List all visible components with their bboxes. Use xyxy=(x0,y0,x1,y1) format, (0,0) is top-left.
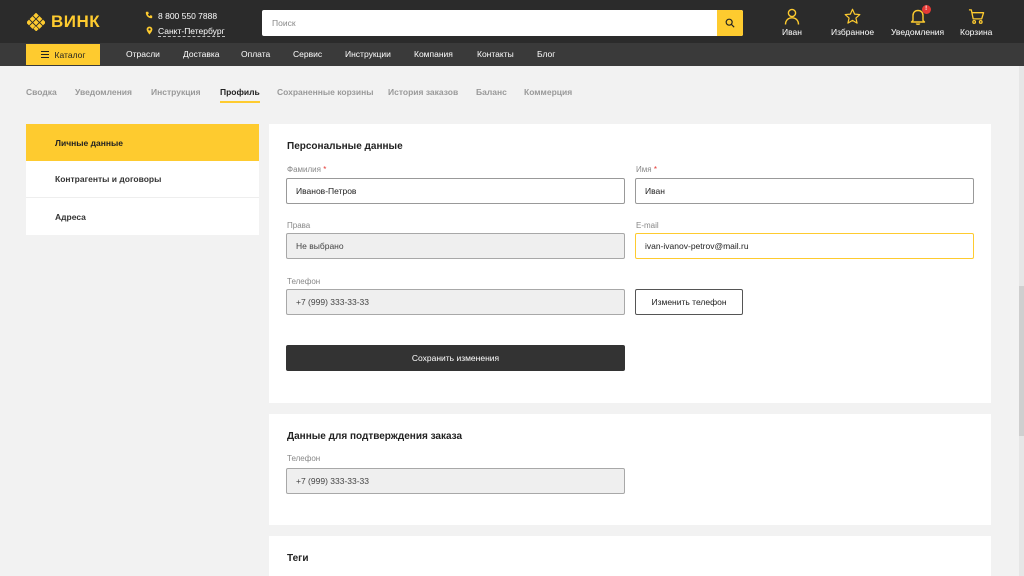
notifications-button[interactable]: ! Уведомления xyxy=(891,5,945,37)
phone-field: +7 (999) 333-33-33 xyxy=(286,289,625,315)
cart-label: Корзина xyxy=(960,27,993,37)
page-scrollbar[interactable] xyxy=(1019,66,1024,576)
nav-item-company[interactable]: Компания xyxy=(414,43,453,66)
phone-label: Телефон xyxy=(287,277,321,286)
menu-icon xyxy=(40,51,49,58)
surname-field[interactable]: Иванов-Петров xyxy=(286,178,625,204)
account-label: Иван xyxy=(782,27,802,37)
contact-info: 8 800 550 7888 Санкт-Петербург xyxy=(144,9,225,38)
tab-order-history[interactable]: История заказов xyxy=(388,87,458,103)
notification-badge: ! xyxy=(921,5,931,14)
location-pin-icon xyxy=(144,26,154,37)
required-mark: * xyxy=(653,165,657,174)
phone-number[interactable]: 8 800 550 7888 xyxy=(158,11,217,21)
email-label: E-mail xyxy=(636,221,659,230)
tab-notifications[interactable]: Уведомления xyxy=(75,87,132,103)
tab-commerce[interactable]: Коммерция xyxy=(524,87,572,103)
search-button[interactable] xyxy=(717,10,743,36)
tab-instruction[interactable]: Инструкция xyxy=(151,87,201,103)
phone-icon xyxy=(144,11,154,21)
name-field[interactable]: Иван xyxy=(635,178,974,204)
search-input[interactable] xyxy=(262,10,717,36)
favorites-label: Избранное xyxy=(831,27,875,37)
city-selector[interactable]: Санкт-Петербург xyxy=(158,26,225,37)
confirm-phone-label: Телефон xyxy=(287,454,321,463)
sidebar-item-label: Личные данные xyxy=(55,137,123,148)
confirm-phone-field: +7 (999) 333-33-33 xyxy=(286,468,625,494)
nav-item-delivery[interactable]: Доставка xyxy=(183,43,220,66)
rights-label: Права xyxy=(287,221,311,230)
tab-summary[interactable]: Сводка xyxy=(26,87,57,103)
tab-saved-carts[interactable]: Сохраненные корзины xyxy=(277,87,374,103)
tab-balance[interactable]: Баланс xyxy=(476,87,507,103)
star-icon xyxy=(844,8,861,24)
logo-text: ВИНК xyxy=(51,12,101,31)
section-title: Данные для подтверждения заказа xyxy=(287,431,463,442)
rights-field: Не выбрано xyxy=(286,233,625,259)
nav-item-industries[interactable]: Отрасли xyxy=(126,43,160,66)
main-nav: Каталог Отрасли Доставка Оплата Сервис И… xyxy=(0,43,1024,66)
scrollbar-thumb[interactable] xyxy=(1019,286,1024,436)
sidebar-item-label: Контрагенты и договоры xyxy=(55,174,162,184)
nav-item-service[interactable]: Сервис xyxy=(293,43,322,66)
sidebar-item-contractors[interactable]: Контрагенты и договоры xyxy=(26,161,259,198)
tab-profile[interactable]: Профиль xyxy=(220,87,260,103)
cart-button[interactable]: Корзина xyxy=(960,7,992,37)
surname-label: Фамилия * xyxy=(287,165,327,174)
personal-data-panel: Персональные данные Фамилия * Иванов-Пет… xyxy=(269,124,991,403)
logo-icon xyxy=(27,13,45,31)
email-field[interactable]: ivan-ivanov-petrov@mail.ru xyxy=(635,233,974,259)
nav-item-blog[interactable]: Блог xyxy=(537,43,555,66)
profile-sidebar: Личные данные Контрагенты и договоры Адр… xyxy=(26,124,259,235)
site-header: ВИНК 8 800 550 7888 Санкт-Петербург Поис… xyxy=(0,0,1024,43)
user-icon xyxy=(784,8,800,25)
change-phone-button[interactable]: Изменить телефон xyxy=(635,289,743,315)
nav-item-instructions[interactable]: Инструкции xyxy=(345,43,391,66)
search-bar xyxy=(262,10,743,36)
order-confirmation-panel: Данные для подтверждения заказа Телефон … xyxy=(269,414,991,525)
section-title: Теги xyxy=(287,553,309,564)
section-title: Персональные данные xyxy=(287,141,403,152)
tags-panel: Теги xyxy=(269,536,991,576)
favorites-button[interactable]: Избранное xyxy=(831,7,874,37)
notifications-label: Уведомления xyxy=(891,27,945,37)
sidebar-item-personal-data[interactable]: Личные данные xyxy=(26,124,259,161)
nav-item-payment[interactable]: Оплата xyxy=(241,43,270,66)
account-button[interactable]: Иван xyxy=(782,7,802,37)
cart-icon xyxy=(968,8,984,24)
catalog-label: Каталог xyxy=(54,49,86,60)
required-mark: * xyxy=(323,165,327,174)
catalog-button[interactable]: Каталог xyxy=(26,44,100,65)
nav-item-contacts[interactable]: Контакты xyxy=(477,43,514,66)
search-icon xyxy=(725,18,735,28)
save-changes-button[interactable]: Сохранить изменения xyxy=(286,345,625,371)
name-label: Имя * xyxy=(636,165,657,174)
sidebar-item-label: Адреса xyxy=(55,211,86,222)
sidebar-item-addresses[interactable]: Адреса xyxy=(26,198,259,235)
logo[interactable]: ВИНК xyxy=(27,11,100,33)
